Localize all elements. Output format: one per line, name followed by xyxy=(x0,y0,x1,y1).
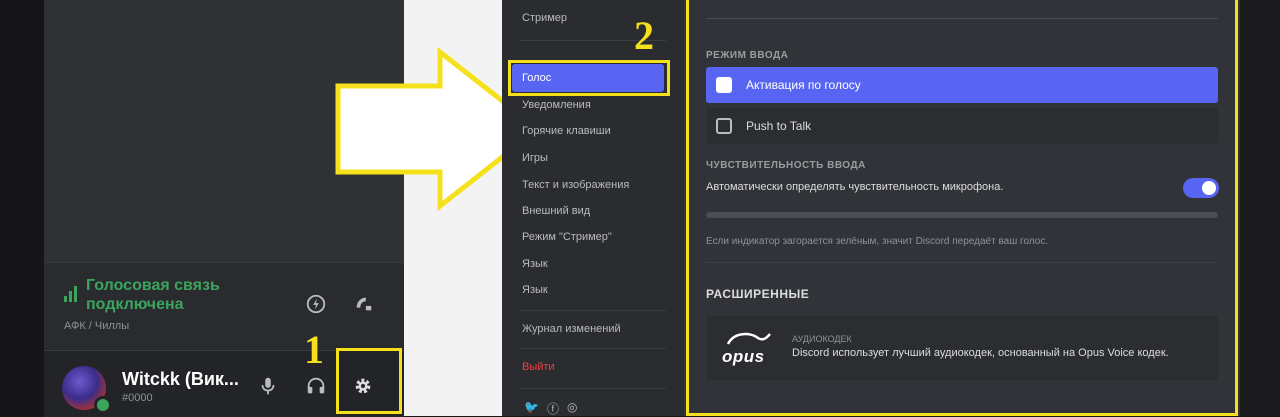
nav-divider xyxy=(520,310,666,311)
nav-item-notifications[interactable]: Уведомления xyxy=(522,99,591,111)
microphone-icon[interactable] xyxy=(254,372,282,400)
nav-item-extra[interactable]: Язык xyxy=(522,284,548,296)
username[interactable]: Witckk (Вик... xyxy=(122,369,239,390)
waveform-icon[interactable] xyxy=(302,290,330,318)
server-list-gutter xyxy=(0,0,44,416)
user-tag: #0000 xyxy=(122,392,153,404)
settings-highlight-box xyxy=(336,348,402,414)
nav-divider xyxy=(520,388,666,389)
voice-highlight-box xyxy=(508,60,670,96)
nav-item-hotkeys[interactable]: Горячие клавиши xyxy=(522,125,611,137)
twitter-icon[interactable]: 🐦 xyxy=(524,400,539,417)
nav-divider xyxy=(520,348,666,349)
nav-item-games[interactable]: Игры xyxy=(522,152,548,164)
phone-disconnect-icon[interactable] xyxy=(350,290,378,318)
voice-status-text[interactable]: Голосовая связь подключена xyxy=(86,276,256,314)
signal-strength-icon xyxy=(64,286,78,302)
nav-item-language[interactable]: Язык xyxy=(522,258,548,270)
nav-item-streamer-mode[interactable]: Режим "Стример" xyxy=(522,231,612,243)
nav-item-logout[interactable]: Выйти xyxy=(522,361,555,373)
facebook-icon[interactable]: ⓕ xyxy=(547,400,559,417)
voice-settings-highlight-frame xyxy=(686,0,1238,416)
step-number-1: 1 xyxy=(304,327,324,372)
online-status-indicator xyxy=(94,396,112,414)
nav-item-text-images[interactable]: Текст и изображения xyxy=(522,179,629,191)
nav-item-appearance[interactable]: Внешний вид xyxy=(522,205,590,217)
nav-item-streamer[interactable]: Стример xyxy=(522,12,567,24)
headphones-icon[interactable] xyxy=(302,372,330,400)
social-links: 🐦 ⓕ ◎ xyxy=(524,400,577,417)
voice-channel-name: АФК / Чиллы xyxy=(64,320,130,332)
step-number-2: 2 xyxy=(634,13,654,58)
instagram-icon[interactable]: ◎ xyxy=(567,400,577,417)
window-edge xyxy=(1240,0,1280,416)
nav-item-changelog[interactable]: Журнал изменений xyxy=(522,323,621,335)
